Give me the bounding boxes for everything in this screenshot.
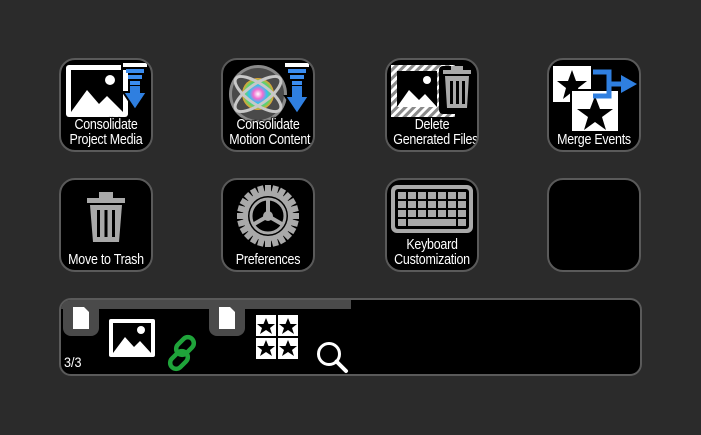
document-icon [219, 307, 235, 329]
delete-generated-files-key[interactable]: Delete Generated Files [385, 58, 479, 152]
key-label: Preferences [235, 252, 301, 268]
document-icon [73, 307, 89, 329]
preferences-key[interactable]: Preferences [221, 178, 315, 272]
consolidate-project-media-key[interactable]: Consolidate Project Media [59, 58, 153, 152]
photo-icon[interactable] [108, 318, 156, 358]
magnifier-icon[interactable] [315, 340, 349, 374]
consolidate-motion-content-key[interactable]: Consolidate Motion Content [221, 58, 315, 152]
key-label: Move to Trash [68, 252, 144, 268]
stars-grid-icon[interactable] [255, 314, 299, 360]
merge-events-key[interactable]: Merge Events [547, 58, 641, 152]
keyboard-customization-key[interactable]: Keyboard Customization [385, 178, 479, 272]
empty-key[interactable] [547, 178, 641, 272]
key-label: Consolidate Motion Content [229, 117, 311, 148]
dial-strip[interactable]: 3/3 [59, 298, 642, 376]
strip-top-bar [61, 300, 351, 309]
key-label: Delete Generated Files [393, 117, 479, 148]
stream-deck-panel: Consolidate Project Media Consolidate Mo… [0, 0, 701, 435]
key-label: Consolidate Project Media [69, 117, 143, 148]
move-to-trash-key[interactable]: Move to Trash [59, 178, 153, 272]
link-icon[interactable] [165, 334, 205, 374]
key-label: Keyboard Customization [394, 237, 470, 268]
key-label: Merge Events [557, 132, 631, 148]
page-indicator: 3/3 [64, 354, 82, 370]
